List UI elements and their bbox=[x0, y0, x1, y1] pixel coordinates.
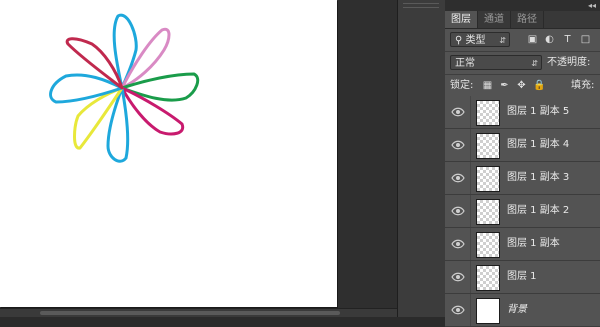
filter-kind-dropdown[interactable]: ⚲ 类型 ⇵ bbox=[450, 32, 510, 47]
layer-name[interactable]: 图层 1 副本 4 bbox=[507, 129, 569, 161]
lock-row: 锁定: ▦ ✒ ✥ 🔒 填充: bbox=[445, 75, 600, 98]
collapsed-panel-dock bbox=[397, 0, 446, 317]
shape-filter-icon[interactable]: □ bbox=[579, 33, 592, 46]
layer-divider bbox=[470, 162, 471, 194]
tab-layers[interactable]: 图层 bbox=[445, 11, 478, 28]
lock-transparent-icon[interactable]: ▦ bbox=[481, 79, 494, 92]
layers-panel: ◂◂ 图层 通道 路径 ⚲ 类型 ⇵ ▣ ◐ T □ 正常 ⇵ 不透明度: 锁定… bbox=[445, 0, 600, 327]
blend-row: 正常 ⇵ 不透明度: bbox=[445, 52, 600, 75]
blend-mode-label: 正常 bbox=[455, 58, 475, 69]
fill-label: 填充: bbox=[571, 80, 595, 91]
layer-name[interactable]: 图层 1 副本 5 bbox=[507, 96, 569, 128]
collapse-icon[interactable]: ◂◂ bbox=[588, 0, 596, 11]
layer-row[interactable]: 图层 1 副本 3 bbox=[445, 162, 600, 195]
petal-green bbox=[120, 72, 200, 102]
layer-thumbnail bbox=[476, 100, 500, 126]
canvas-area[interactable] bbox=[0, 0, 408, 317]
layer-name[interactable]: 图层 1 bbox=[507, 261, 537, 293]
layer-row[interactable]: 图层 1 副本 4 bbox=[445, 129, 600, 162]
layer-row-background[interactable]: 背景 bbox=[445, 294, 600, 327]
layer-divider bbox=[470, 228, 471, 260]
layer-thumbnail bbox=[476, 232, 500, 258]
layer-row[interactable]: 图层 1 副本 2 bbox=[445, 195, 600, 228]
layer-row[interactable]: 图层 1 副本 5 bbox=[445, 96, 600, 129]
updown-arrow-icon: ⇵ bbox=[531, 59, 538, 68]
layer-thumbnail bbox=[476, 133, 500, 159]
petal-magenta bbox=[120, 86, 185, 136]
layer-name[interactable]: 图层 1 副本 3 bbox=[507, 162, 569, 194]
layer-name[interactable]: 图层 1 副本 bbox=[507, 228, 560, 260]
opacity-label: 不透明度: bbox=[547, 57, 591, 68]
scrollbar-thumb[interactable] bbox=[40, 311, 340, 315]
horizontal-scrollbar[interactable] bbox=[0, 308, 408, 317]
layer-divider bbox=[470, 294, 471, 326]
lock-move-icon[interactable]: ✥ bbox=[515, 79, 528, 92]
tab-paths[interactable]: 路径 bbox=[511, 11, 544, 28]
petal-yellow bbox=[73, 86, 124, 150]
layer-row[interactable]: 图层 1 副本 bbox=[445, 228, 600, 261]
layer-divider bbox=[470, 129, 471, 161]
layer-thumbnail bbox=[476, 265, 500, 291]
layer-divider bbox=[470, 195, 471, 227]
layer-thumbnail bbox=[476, 199, 500, 225]
petal-pink bbox=[120, 27, 171, 90]
type-filter-icon[interactable]: T bbox=[561, 33, 574, 46]
tab-channels[interactable]: 通道 bbox=[478, 11, 511, 28]
layer-thumbnail bbox=[476, 166, 500, 192]
pinwheel-artwork bbox=[49, 13, 200, 163]
layers-list: 图层 1 副本 5 图层 1 副本 4 图层 1 副本 3 图层 1 副本 2 … bbox=[445, 96, 600, 327]
eye-icon[interactable] bbox=[451, 204, 465, 218]
eye-icon[interactable] bbox=[451, 138, 465, 152]
updown-arrow-icon: ⇵ bbox=[499, 36, 506, 45]
adjustment-filter-icon[interactable]: ◐ bbox=[543, 33, 556, 46]
filter-row: ⚲ 类型 ⇵ ▣ ◐ T □ bbox=[445, 29, 600, 52]
lock-label: 锁定: bbox=[450, 80, 474, 91]
blend-mode-dropdown[interactable]: 正常 ⇵ bbox=[450, 55, 542, 70]
panel-header: ◂◂ bbox=[445, 0, 600, 11]
layer-thumbnail bbox=[476, 298, 500, 324]
lock-brush-icon[interactable]: ✒ bbox=[498, 79, 511, 92]
filter-kind-label: 类型 bbox=[465, 35, 486, 46]
layer-name[interactable]: 图层 1 副本 2 bbox=[507, 195, 569, 227]
layer-divider bbox=[470, 96, 471, 128]
layer-divider bbox=[470, 261, 471, 293]
eye-icon[interactable] bbox=[451, 105, 465, 119]
lock-all-icon[interactable]: 🔒 bbox=[533, 79, 546, 92]
eye-icon[interactable] bbox=[451, 171, 465, 185]
document-canvas[interactable] bbox=[0, 0, 337, 307]
eye-icon[interactable] bbox=[451, 237, 465, 251]
petal-blue-bottom bbox=[106, 86, 130, 163]
pixel-filter-icon[interactable]: ▣ bbox=[526, 33, 539, 46]
layer-row[interactable]: 图层 1 bbox=[445, 261, 600, 294]
eye-icon[interactable] bbox=[451, 303, 465, 317]
dock-grip[interactable] bbox=[403, 3, 439, 8]
layer-name[interactable]: 背景 bbox=[507, 294, 527, 326]
eye-icon[interactable] bbox=[451, 270, 465, 284]
search-icon: ⚲ bbox=[455, 35, 463, 46]
panel-tabs: 图层 通道 路径 bbox=[445, 11, 600, 29]
